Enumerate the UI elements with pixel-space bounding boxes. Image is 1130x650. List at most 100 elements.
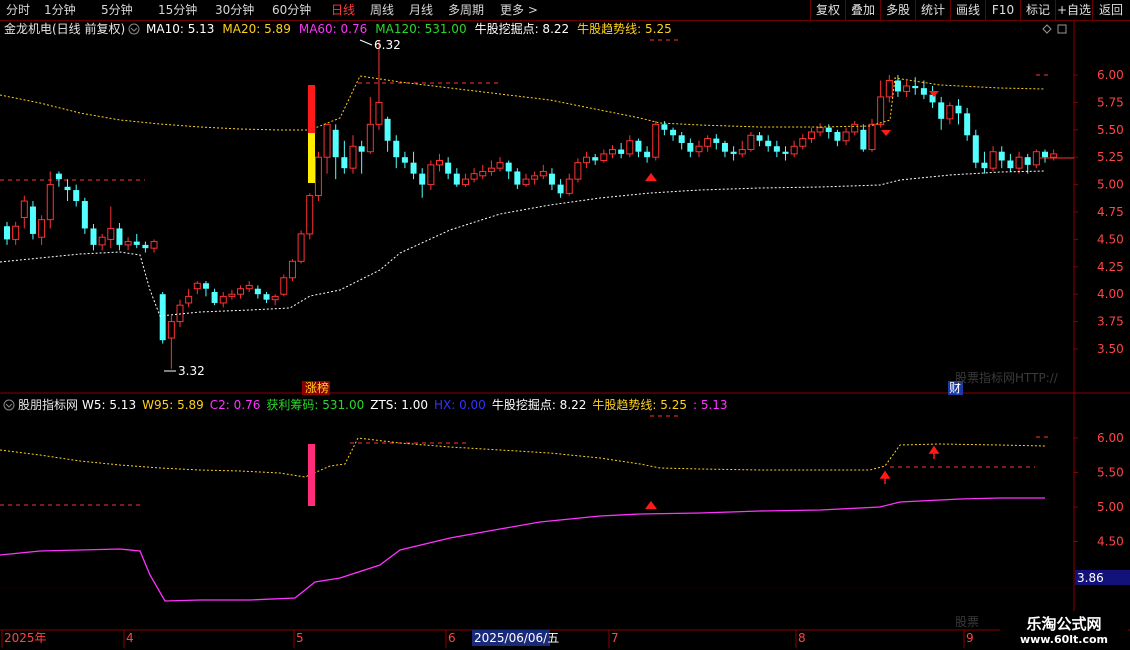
add-watchlist-button[interactable]: +自选 bbox=[1055, 0, 1092, 20]
candle-body bbox=[609, 149, 616, 155]
tab-weekly[interactable]: 周线 bbox=[370, 2, 394, 18]
candle-body bbox=[635, 140, 642, 152]
kline-chart[interactable]: 金龙机电(日线 前复权) MA10: 5.13 MA20: 5.89 MA60: 0… bbox=[0, 21, 1130, 650]
candle-body bbox=[1007, 160, 1014, 169]
candle-body bbox=[410, 162, 417, 174]
adjust-button[interactable]: 复权 bbox=[810, 0, 845, 20]
candle-body bbox=[825, 127, 832, 132]
candle-body bbox=[1024, 157, 1031, 165]
candle-body bbox=[323, 123, 331, 158]
candle-body bbox=[652, 123, 660, 158]
candle-body bbox=[868, 123, 876, 151]
candle-body bbox=[349, 145, 357, 169]
main-legend: 金龙机电(日线 前复权) MA10: 5.13 MA20: 5.89 MA60: 0… bbox=[4, 21, 672, 36]
candle-body bbox=[487, 167, 495, 172]
main-legend-item: MA60: 0.76 bbox=[299, 22, 367, 36]
candle-body bbox=[150, 241, 158, 249]
candle-body bbox=[167, 321, 175, 339]
candle-body bbox=[920, 88, 927, 95]
candle-body bbox=[799, 138, 807, 147]
price-tick-label: 3.50 bbox=[1097, 342, 1124, 356]
candle-body bbox=[514, 171, 521, 185]
tab-60min[interactable]: 60分钟 bbox=[272, 2, 311, 18]
sub-price-tick-label: 6.00 bbox=[1097, 431, 1124, 445]
multi-stock-button[interactable]: 多股 bbox=[880, 0, 915, 20]
sub-trend-line bbox=[0, 437, 1046, 478]
tab-15min[interactable]: 15分钟 bbox=[158, 2, 197, 18]
statistics-button[interactable]: 统计 bbox=[915, 0, 950, 20]
limit-up-bar-yellow bbox=[308, 133, 315, 183]
price-tick-label: 4.50 bbox=[1097, 232, 1124, 246]
candle-body bbox=[946, 105, 954, 120]
tab-5min[interactable]: 5分钟 bbox=[101, 2, 133, 18]
candle-body bbox=[332, 129, 339, 158]
up-arrow-icon bbox=[879, 445, 940, 484]
candle-body bbox=[626, 140, 634, 155]
candle-body bbox=[557, 184, 564, 194]
f10-button[interactable]: F10 bbox=[985, 0, 1020, 20]
limit-up-tag-label: 涨榜 bbox=[305, 380, 329, 395]
settings-diamond-icon[interactable] bbox=[1042, 24, 1052, 34]
candle-body bbox=[384, 118, 391, 141]
tab-multi-period[interactable]: 多周期 bbox=[448, 2, 484, 18]
candle-body bbox=[314, 156, 322, 197]
time-tick-label: 2025年 bbox=[4, 631, 47, 645]
sub-legend-item: 牛股趋势线: 5.25 bbox=[592, 397, 687, 412]
price-tick-label: 5.25 bbox=[1097, 150, 1124, 164]
candle-body bbox=[583, 156, 591, 164]
reference-lines bbox=[0, 39, 1050, 506]
back-button[interactable]: 返回 bbox=[1092, 0, 1129, 20]
candle-body bbox=[955, 105, 962, 114]
price-tick-label: 4.75 bbox=[1097, 205, 1124, 219]
candle-body bbox=[263, 294, 270, 300]
watermark-text: 股票指标网HTTP:// bbox=[955, 370, 1059, 385]
tab-monthly[interactable]: 月线 bbox=[409, 2, 433, 18]
sub-legend: W5: 5.13 W95: 5.89 C2: 0.76 获利筹码: 531.00 ZTS… bbox=[82, 397, 728, 412]
candle-body bbox=[574, 162, 582, 180]
tab-daily[interactable]: 日线 bbox=[331, 2, 355, 18]
mark-button[interactable]: 标记 bbox=[1020, 0, 1055, 20]
sub-legend-item: HX: 0.00 bbox=[434, 398, 486, 412]
candle-body bbox=[531, 175, 539, 180]
candle-body bbox=[358, 146, 365, 152]
candle-body bbox=[1050, 153, 1058, 158]
candle-body bbox=[254, 288, 261, 295]
candle-body bbox=[73, 190, 80, 202]
candle-body bbox=[211, 292, 218, 303]
chevron-down-icon[interactable] bbox=[128, 23, 140, 35]
candlestick-series bbox=[4, 39, 1058, 369]
sub-chevron-icon[interactable] bbox=[3, 399, 15, 411]
candle-body bbox=[972, 135, 979, 163]
close-panel-icon[interactable] bbox=[1057, 24, 1067, 34]
stock-title[interactable]: 金龙机电(日线 前复权) bbox=[4, 21, 125, 36]
sub-legend-item: W95: 5.89 bbox=[142, 398, 204, 412]
sell-arrow-marker bbox=[881, 130, 891, 136]
candle-body bbox=[912, 85, 919, 89]
low-marker: 3.32 bbox=[164, 364, 205, 378]
candle-body bbox=[202, 283, 209, 289]
candle-body bbox=[288, 260, 296, 279]
draw-line-button[interactable]: 画线 bbox=[950, 0, 985, 20]
tab-30min[interactable]: 30分钟 bbox=[215, 2, 254, 18]
tab-more[interactable]: 更多 > bbox=[500, 2, 538, 18]
candle-body bbox=[687, 142, 694, 152]
candle-body bbox=[721, 142, 728, 152]
candle-body bbox=[773, 146, 780, 152]
candle-body bbox=[228, 293, 236, 297]
svg-text:3.32: 3.32 bbox=[178, 364, 205, 378]
candle-body bbox=[219, 295, 227, 304]
sub-price-axis: 6.00 5.50 5.00 4.50 bbox=[1074, 431, 1124, 549]
candle-body bbox=[565, 178, 573, 194]
candle-body bbox=[297, 233, 305, 262]
candle-body bbox=[539, 170, 547, 177]
candle-body bbox=[592, 157, 599, 161]
time-tick-label: 7 bbox=[611, 631, 619, 645]
sub-watermark-text: 股票 bbox=[955, 615, 979, 629]
overlay-button[interactable]: 叠加 bbox=[845, 0, 880, 20]
tab-1min[interactable]: 1分钟 bbox=[44, 2, 76, 18]
cursor-date: 2025/06/06/五 bbox=[474, 631, 559, 645]
sub-buy-signal-triangle bbox=[645, 501, 657, 509]
tab-intraday[interactable]: 分时 bbox=[6, 2, 30, 18]
candle-body bbox=[4, 226, 10, 240]
buy-signal-triangle bbox=[645, 173, 657, 181]
